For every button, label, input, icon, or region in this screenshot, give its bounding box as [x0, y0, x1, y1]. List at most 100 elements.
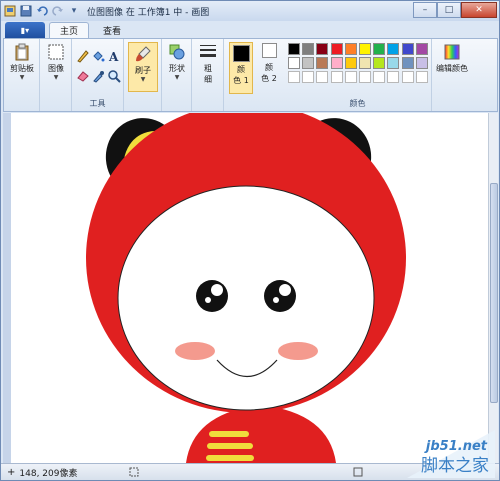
brush-icon: [136, 46, 151, 62]
color1-swatch: [232, 45, 250, 62]
color2-button[interactable]: 颜 色 2: [257, 43, 281, 84]
palette-swatch[interactable]: [288, 71, 300, 83]
right-eye-highlight: [279, 284, 291, 296]
size-group: 粗 细: [192, 39, 224, 111]
palette-swatch[interactable]: [288, 43, 300, 55]
image-size-icon: [353, 467, 363, 477]
file-menu-button[interactable]: ▮▾: [5, 22, 45, 38]
palette-swatch[interactable]: [330, 57, 343, 69]
colors-group-label: 颜色: [349, 99, 366, 108]
palette-swatch[interactable]: [359, 57, 371, 69]
image-button[interactable]: 图像 ▼: [44, 43, 68, 81]
close-button[interactable]: ✕: [461, 2, 497, 18]
pencil-icon[interactable]: [76, 49, 90, 63]
palette-swatch[interactable]: [415, 57, 428, 69]
cursor-coordinates: 148, 209像素: [19, 468, 78, 479]
brush-group: 刷子 ▼: [124, 39, 162, 111]
undo-icon[interactable]: [35, 5, 49, 18]
paint-window: ▾ 位图图像 在 工作簿1 中 - 画图 – □ ✕ ▮▾ 主页 查看 剪贴板 …: [0, 0, 500, 481]
image-label: 图像: [48, 64, 64, 73]
scrollbar-thumb[interactable]: [490, 183, 498, 403]
maximize-button[interactable]: □: [437, 2, 461, 18]
window-title: 位图图像 在 工作簿1 中 - 画图: [87, 7, 210, 18]
left-eye: [196, 280, 228, 312]
palette-swatch[interactable]: [330, 43, 343, 55]
ribbon-tabs: ▮▾ 主页 查看: [1, 21, 499, 38]
clipboard-icon: [15, 43, 29, 61]
customize-dropdown-icon[interactable]: ▾: [67, 5, 81, 18]
palette-swatch[interactable]: [344, 71, 357, 83]
clipboard-label: 剪贴板: [10, 64, 34, 73]
palette-swatch[interactable]: [359, 43, 371, 55]
palette-swatch[interactable]: [344, 43, 357, 55]
body-shape: [186, 405, 336, 463]
color2-label: 颜 色 2: [261, 63, 277, 83]
palette-swatch[interactable]: [302, 57, 315, 69]
chevron-down-icon: ▼: [19, 74, 25, 81]
line-width-icon: [200, 45, 216, 57]
palette-swatch[interactable]: [316, 57, 329, 69]
save-icon[interactable]: [19, 5, 33, 18]
color1-label: 颜 色 1: [233, 65, 249, 85]
canvas-workspace: [3, 113, 488, 463]
vertical-scrollbar[interactable]: [488, 113, 498, 463]
size-button[interactable]: 粗 细: [196, 43, 220, 85]
palette-swatch[interactable]: [316, 43, 329, 55]
redo-icon[interactable]: [51, 5, 65, 18]
title-bar: ▾ 位图图像 在 工作簿1 中 - 画图 – □ ✕: [1, 1, 499, 21]
edit-colors-group: 编辑颜色: [432, 39, 472, 111]
palette-swatch[interactable]: [359, 71, 371, 83]
palette-swatch[interactable]: [302, 43, 315, 55]
minimize-button[interactable]: –: [413, 2, 437, 18]
edit-colors-button[interactable]: 编辑颜色: [432, 43, 472, 74]
magnifier-icon[interactable]: [107, 69, 121, 83]
palette-swatch[interactable]: [401, 43, 414, 55]
left-eye-highlight: [211, 284, 223, 296]
brush-button[interactable]: 刷子 ▼: [128, 42, 158, 92]
color-picker-icon[interactable]: [91, 69, 105, 83]
text-tool-icon[interactable]: A: [107, 49, 121, 63]
body-stripe: [207, 443, 253, 449]
eraser-icon[interactable]: [76, 69, 90, 83]
drawing-canvas[interactable]: [11, 113, 488, 463]
palette-swatch[interactable]: [302, 71, 315, 83]
palette-swatch[interactable]: [387, 71, 400, 83]
palette-swatch[interactable]: [373, 43, 386, 55]
palette-swatch[interactable]: [401, 57, 414, 69]
palette-swatch[interactable]: [344, 57, 357, 69]
palette-swatch[interactable]: [415, 43, 428, 55]
color1-button[interactable]: 颜 色 1: [229, 42, 253, 94]
chevron-down-icon: ▼: [140, 76, 146, 83]
tab-view[interactable]: 查看: [93, 22, 131, 38]
tab-home[interactable]: 主页: [49, 22, 90, 38]
palette-swatch[interactable]: [387, 43, 400, 55]
palette-swatch[interactable]: [373, 57, 386, 69]
palette-swatch[interactable]: [415, 71, 428, 83]
palette-swatch[interactable]: [387, 57, 400, 69]
palette-swatch[interactable]: [316, 71, 329, 83]
brush-label: 刷子: [135, 66, 151, 75]
clipboard-button[interactable]: 剪贴板 ▼: [9, 43, 35, 81]
body-stripe: [206, 455, 254, 461]
palette-swatch[interactable]: [288, 57, 300, 69]
image-group: 图像 ▼: [40, 39, 72, 111]
right-eye: [264, 280, 296, 312]
palette-swatch[interactable]: [373, 71, 386, 83]
shapes-icon: [169, 44, 185, 60]
active-colors-group: 颜 色 1 颜 色 2: [224, 39, 284, 111]
left-cheek: [175, 342, 215, 360]
size-label: 粗 细: [204, 64, 212, 84]
fill-bucket-icon[interactable]: [91, 49, 105, 63]
palette-swatch[interactable]: [330, 71, 343, 83]
svg-text:A: A: [108, 50, 119, 63]
shapes-button[interactable]: 形状 ▼: [165, 43, 189, 81]
cursor-position: + 148, 209像素: [7, 466, 77, 479]
palette-swatch[interactable]: [401, 71, 414, 83]
paint-app-icon[interactable]: [3, 5, 17, 18]
ribbon: 剪贴板 ▼ 图像 ▼ A 工具 刷子 ▼ 形状 ▼ 粗 细 颜 色 1 颜 色 …: [3, 38, 498, 112]
tools-group: A 工具: [72, 39, 124, 111]
edit-colors-label: 编辑颜色: [436, 64, 468, 73]
selection-size-icon: [129, 467, 139, 477]
window-controls: – □ ✕: [413, 2, 497, 18]
watermark: jb51.net 脚本之家: [377, 430, 495, 478]
